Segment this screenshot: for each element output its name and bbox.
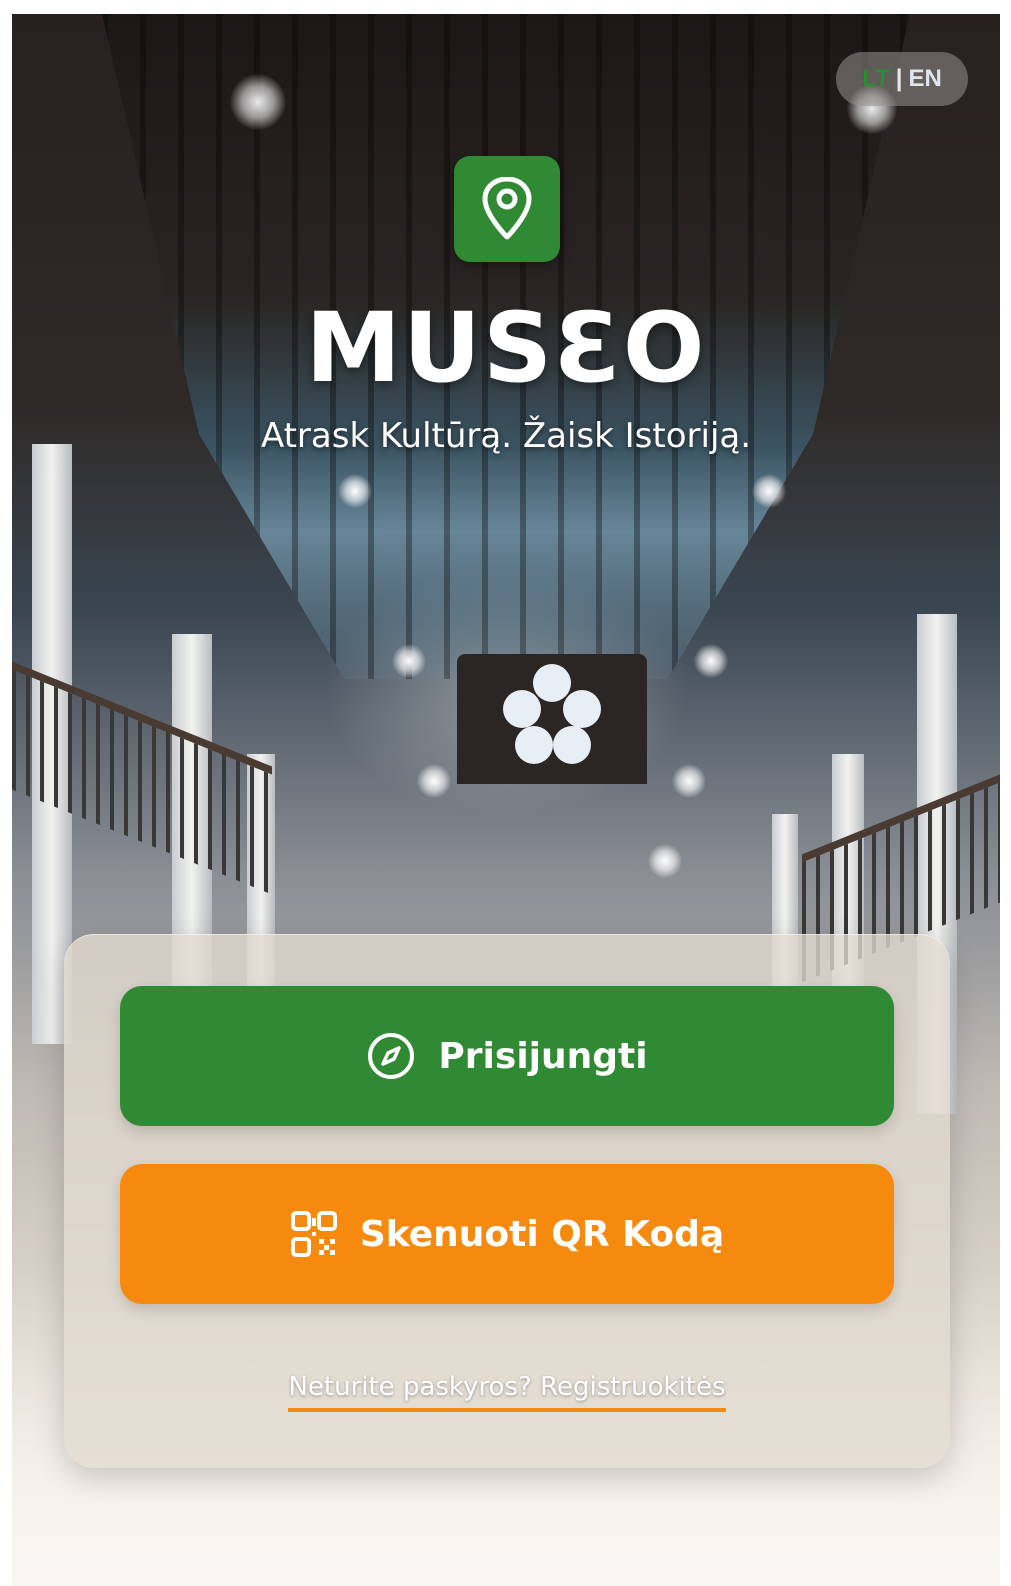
map-pin-icon — [482, 177, 532, 240]
brand-title: MUSƐO — [305, 292, 707, 404]
qr-code-icon — [290, 1211, 337, 1257]
scan-qr-button[interactable]: Skenuoti QR Kodą — [120, 1164, 894, 1304]
scan-qr-button-label: Skenuoti QR Kodą — [359, 1213, 725, 1255]
app-screen: LT | EN MUSƐO Atrask Kultūrą. Žaisk Isto… — [12, 14, 1000, 1586]
login-button-label: Prisijungti — [438, 1035, 648, 1077]
register-link[interactable]: Neturite paskyros? Registruokitės — [288, 1372, 726, 1412]
language-separator: | — [895, 65, 903, 92]
login-button[interactable]: Prisijungti — [120, 986, 894, 1126]
brand-tagline: Atrask Kultūrą. Žaisk Istoriją. — [260, 416, 752, 456]
language-switch[interactable]: LT | EN — [836, 52, 968, 106]
language-option-en[interactable]: EN — [908, 65, 941, 93]
app-logo — [454, 156, 560, 262]
language-option-lt[interactable]: LT — [862, 65, 890, 93]
compass-icon — [368, 1033, 415, 1079]
register-prompt: Neturite paskyros? Registruokitės — [64, 1372, 950, 1412]
action-card: Prisijungti Skenuoti QR Kodą Neturite pa… — [64, 934, 950, 1468]
